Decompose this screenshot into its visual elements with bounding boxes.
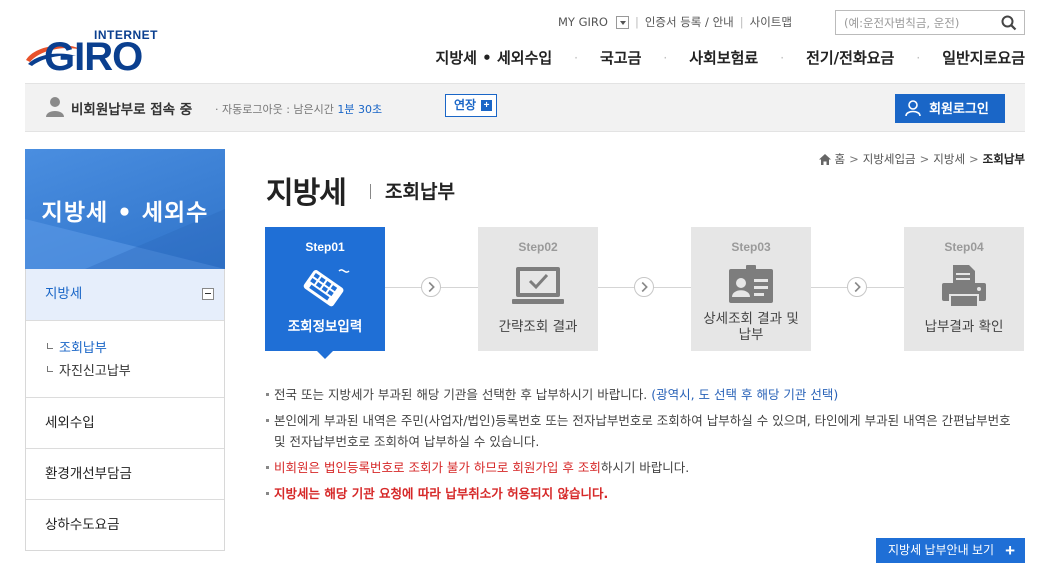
nav-utility-bills[interactable]: 전기/전화요금 bbox=[806, 47, 894, 68]
search-input[interactable] bbox=[836, 11, 996, 34]
side-submenu: 조회납부 자진신고납부 bbox=[26, 320, 224, 397]
notice-highlight: (광역시, 도 선택 후 해당 기관 선택) bbox=[651, 387, 839, 402]
main-nav: 지방세 • 세외수입 · 국고금 · 사회보험료 · 전기/전화요금 · 일반지… bbox=[436, 47, 1025, 68]
side-item-non-tax[interactable]: 세외수입 bbox=[26, 397, 224, 448]
login-label: 회원로그인 bbox=[929, 101, 989, 116]
home-icon bbox=[818, 153, 831, 165]
step-1: Step01 조회정보입력 bbox=[265, 227, 385, 359]
util-separator: | bbox=[739, 15, 744, 29]
step-3: Step03 상세조회 결과 및 납부 bbox=[691, 227, 811, 351]
extend-label: 연장 bbox=[454, 98, 477, 112]
nav-national-treasury[interactable]: 국고금 bbox=[600, 47, 641, 68]
sub-item-inquiry-payment[interactable]: 조회납부 bbox=[45, 337, 224, 360]
sitemap-link[interactable]: 사이트맵 bbox=[750, 14, 792, 30]
notice-item: 전국 또는 지방세가 부과된 해당 기관을 선택한 후 납부하시기 바랍니다. … bbox=[266, 384, 1026, 405]
step-2: Step02 간략조회 결과 bbox=[478, 227, 598, 351]
breadcrumb: 홈 > 지방세입금 > 지방세 > 조회납부 bbox=[818, 151, 1025, 167]
breadcrumb-separator: > bbox=[849, 152, 859, 166]
breadcrumb-current: 조회납부 bbox=[982, 152, 1025, 166]
nav-local-tax[interactable]: 지방세 • 세외수입 bbox=[436, 47, 553, 68]
id-card-icon bbox=[729, 265, 773, 303]
breadcrumb-local-revenue[interactable]: 지방세입금 bbox=[863, 151, 916, 167]
notice-text: 본인에게 부과된 내역은 주민(사업자/법인)등록번호 또는 전자납부번호로 조… bbox=[274, 413, 1011, 449]
connection-status: 비회원납부로 접속 중 bbox=[71, 102, 193, 118]
step-number: Step01 bbox=[305, 240, 345, 254]
keyboard-icon bbox=[303, 269, 350, 307]
nav-separator: · bbox=[916, 50, 921, 65]
remaining-time: 1분 30초 bbox=[337, 103, 383, 116]
sub-item-self-report[interactable]: 자진신고납부 bbox=[45, 360, 224, 383]
notice-warning: 비회원은 법인등록번호로 조회가 불가 하므로 회원가입 후 조회 bbox=[274, 460, 601, 475]
util-separator: | bbox=[634, 15, 639, 29]
guide-label: 지방세 납부안내 보기 bbox=[888, 543, 995, 557]
plus-icon: + bbox=[1005, 541, 1015, 560]
collapse-icon[interactable] bbox=[202, 288, 214, 300]
session-status-bar: 비회원납부로 접속 중 · 자동로그아웃 : 남은시간 1분 30초 연장 + … bbox=[25, 83, 1025, 132]
step-number: Step04 bbox=[944, 240, 984, 254]
breadcrumb-home[interactable]: 홈 bbox=[835, 151, 846, 167]
auto-logout-label: · 자동로그아웃 : 남은시간 bbox=[215, 103, 334, 116]
step-number: Step02 bbox=[518, 240, 558, 254]
step-number: Step03 bbox=[731, 240, 771, 254]
side-nav-menu: 지방세 조회납부 자진신고납부 세외수입 환경개선부담금 상하수도요금 bbox=[25, 269, 225, 551]
side-item-environment[interactable]: 환경개선부담금 bbox=[26, 448, 224, 499]
nav-social-insurance[interactable]: 사회보험료 bbox=[689, 47, 758, 68]
step-label: 간략조회 결과 bbox=[498, 319, 578, 335]
plus-icon: + bbox=[481, 100, 493, 111]
notice-item: 본인에게 부과된 내역은 주민(사업자/법인)등록번호 또는 전자납부번호로 조… bbox=[266, 410, 1026, 452]
notice-list: 전국 또는 지방세가 부과된 해당 기관을 선택한 후 납부하시기 바랍니다. … bbox=[266, 384, 1026, 509]
breadcrumb-separator: > bbox=[969, 152, 979, 166]
title-separator bbox=[370, 184, 371, 199]
giro-logo[interactable]: INTERNET GIRO bbox=[24, 26, 158, 79]
notice-item: 지방세는 해당 기관 요청에 따라 납부취소가 허용되지 않습니다. bbox=[266, 483, 1026, 504]
step-indicator: Step01 조회정보입력 Step02 간략조회 결과 Step03 상세조회… bbox=[265, 227, 1025, 359]
auto-logout-info: · 자동로그아웃 : 남은시간 1분 30초 bbox=[215, 101, 382, 117]
nav-separator: · bbox=[780, 50, 785, 65]
member-login-button[interactable]: 회원로그인 bbox=[895, 94, 1005, 123]
page-subtitle: 조회납부 bbox=[385, 181, 455, 203]
chevron-right-icon bbox=[421, 277, 441, 297]
nav-separator: · bbox=[574, 50, 578, 65]
breadcrumb-separator: > bbox=[919, 152, 930, 166]
side-item-water[interactable]: 상하수도요금 bbox=[26, 499, 224, 550]
step-label: 납부결과 확인 bbox=[924, 319, 1004, 335]
search-box bbox=[835, 10, 1025, 35]
notice-item: 비회원은 법인등록번호로 조회가 불가 하므로 회원가입 후 조회하시기 바랍니… bbox=[266, 457, 1026, 478]
side-nav-header: 지방세 • 세외수 bbox=[25, 149, 225, 269]
logo-giro-text: GIRO bbox=[44, 35, 143, 79]
my-giro-link[interactable]: MY GIRO bbox=[558, 15, 608, 29]
notice-text: 전국 또는 지방세가 부과된 해당 기관을 선택한 후 납부하시기 바랍니다. bbox=[274, 387, 652, 402]
extend-session-button[interactable]: 연장 + bbox=[445, 94, 498, 117]
nav-separator: · bbox=[663, 50, 668, 65]
certificate-link[interactable]: 인증서 등록 / 안내 bbox=[645, 14, 734, 30]
breadcrumb-local-tax[interactable]: 지방세 bbox=[933, 151, 965, 167]
search-icon[interactable] bbox=[1001, 15, 1017, 31]
notice-text: 하시기 바랍니다. bbox=[600, 460, 690, 475]
monitor-check-icon bbox=[512, 267, 564, 304]
nav-general-giro[interactable]: 일반지로요금 bbox=[942, 47, 1025, 68]
step-4: Step04 납부결과 확인 bbox=[904, 227, 1024, 351]
step-label: 상세조회 결과 및 납부 bbox=[703, 311, 799, 343]
my-giro-dropdown-icon[interactable] bbox=[615, 15, 629, 29]
user-outline-icon bbox=[905, 100, 921, 117]
page-title: 지방세 bbox=[266, 176, 347, 211]
user-icon bbox=[46, 97, 64, 117]
chevron-right-icon bbox=[634, 277, 654, 297]
chevron-right-icon bbox=[847, 277, 867, 297]
payment-guide-button[interactable]: 지방세 납부안내 보기 + bbox=[876, 538, 1025, 563]
side-item-label: 지방세 bbox=[45, 286, 83, 302]
step-label: 조회정보입력 bbox=[287, 319, 363, 335]
notice-warning-bold: 지방세는 해당 기관 요청에 따라 납부취소가 허용되지 않습니다. bbox=[274, 486, 609, 501]
printer-icon bbox=[942, 265, 986, 308]
utility-links: MY GIRO | 인증서 등록 / 안내 | 사이트맵 bbox=[558, 14, 792, 30]
side-item-local-tax[interactable]: 지방세 bbox=[26, 269, 224, 320]
side-nav: 지방세 • 세외수 지방세 조회납부 자진신고납부 세외수입 환경개선부담금 상… bbox=[25, 149, 225, 551]
side-nav-title: 지방세 • 세외수 bbox=[41, 200, 209, 226]
